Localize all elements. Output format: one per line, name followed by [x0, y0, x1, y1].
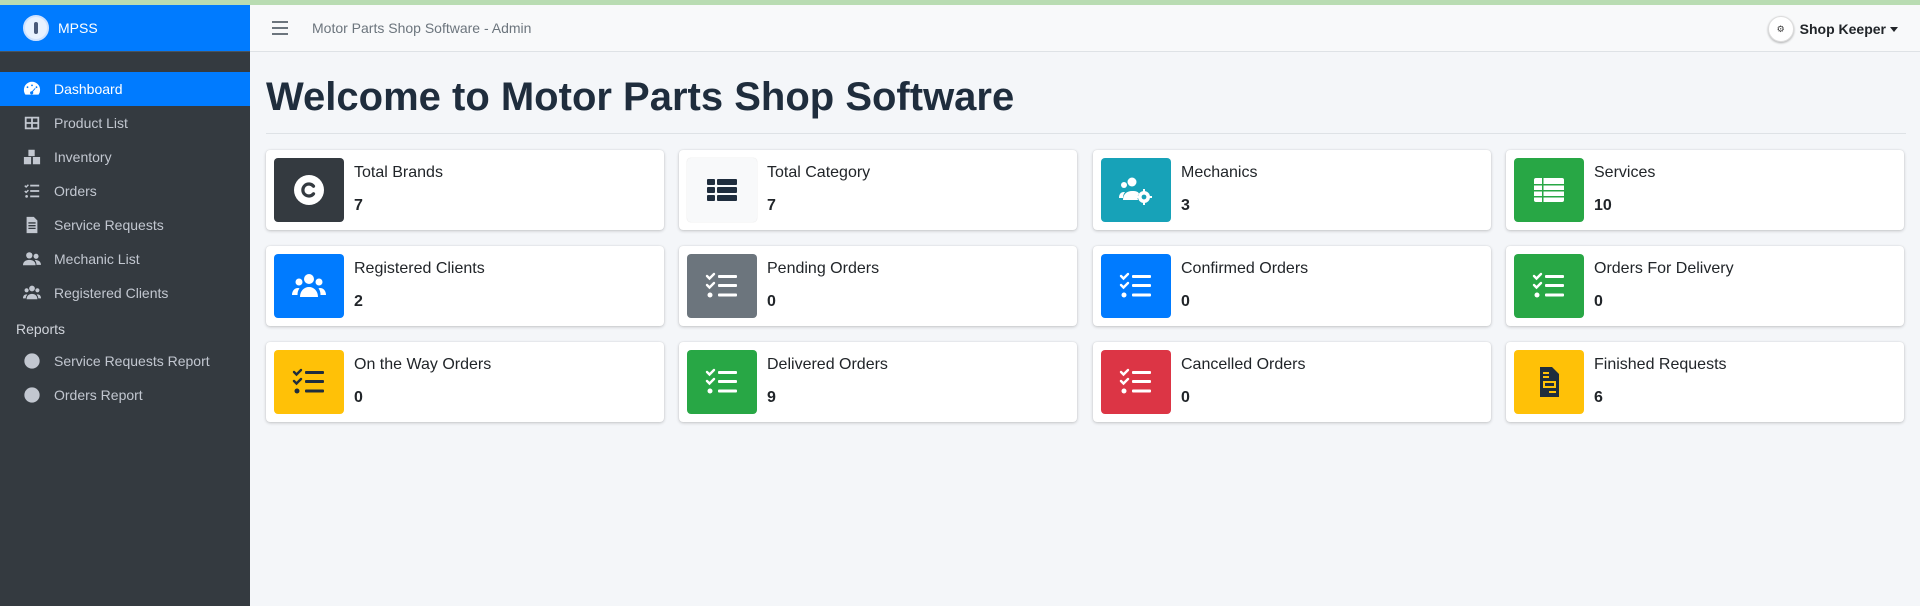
sidebar-item-label: Orders [54, 183, 97, 199]
sidebar-item-label: Inventory [54, 149, 112, 165]
main-content: Welcome to Motor Parts Shop Software Tot… [266, 52, 1906, 422]
info-box-label: Services [1594, 164, 1656, 181]
tasks-icon [22, 182, 42, 200]
circle-icon [22, 386, 42, 404]
info-box-orders-for-delivery: Orders For Delivery 0 [1506, 246, 1904, 326]
main-sidebar: MPSS Dashboard Product List Inventory Or… [0, 5, 250, 606]
info-box-delivered-orders: Delivered Orders 9 [679, 342, 1077, 422]
tasks-icon [687, 254, 757, 318]
sidebar-item-orders-report[interactable]: Orders Report [0, 378, 250, 412]
info-box-value: 0 [354, 389, 363, 406]
info-box-total-category: Total Category 7 [679, 150, 1077, 230]
tasks-icon [687, 350, 757, 414]
info-box-label: Registered Clients [354, 260, 485, 277]
info-box-label: Pending Orders [767, 260, 880, 277]
copyright-icon [274, 158, 344, 222]
sidebar-item-registered-clients[interactable]: Registered Clients [0, 276, 250, 310]
info-box-label: Mechanics [1181, 164, 1258, 181]
info-box-confirmed-orders: Confirmed Orders 0 [1093, 246, 1491, 326]
brand-link[interactable]: MPSS [0, 5, 250, 52]
info-box-label: Cancelled Orders [1181, 356, 1306, 373]
tasks-icon [1101, 254, 1171, 318]
info-box-value: 2 [354, 293, 363, 310]
tachometer-icon [22, 80, 42, 98]
info-box-mechanics: Mechanics 3 [1093, 150, 1491, 230]
info-box-value: 10 [1594, 197, 1612, 214]
th-list-icon [687, 158, 757, 222]
top-navbar: Motor Parts Shop Software - Admin ⚙ Shop… [250, 5, 1920, 52]
sidebar-item-label: Product List [54, 115, 128, 131]
sidebar-item-inventory[interactable]: Inventory [0, 140, 250, 174]
user-menu[interactable]: ⚙ Shop Keeper [1767, 16, 1898, 42]
info-box-label: Confirmed Orders [1181, 260, 1309, 277]
brand-name: MPSS [58, 20, 98, 36]
info-box-label: Total Brands [354, 164, 443, 181]
info-box-label: Delivered Orders [767, 356, 888, 373]
info-box-label: On the Way Orders [354, 356, 492, 373]
sidebar-item-service-requests-report[interactable]: Service Requests Report [0, 344, 250, 378]
user-name: Shop Keeper [1799, 21, 1886, 37]
sidebar-item-label: Registered Clients [54, 285, 169, 301]
sidebar-item-label: Service Requests [54, 217, 164, 233]
info-box-label: Total Category [767, 164, 871, 181]
info-box-value: 6 [1594, 389, 1603, 406]
table-icon [22, 114, 42, 132]
info-box-value: 9 [767, 389, 776, 406]
info-box-total-brands: Total Brands 7 [266, 150, 664, 230]
info-box-value: 0 [1181, 293, 1190, 310]
info-box-label: Orders For Delivery [1594, 260, 1734, 277]
circle-icon [22, 352, 42, 370]
info-box-value: 7 [767, 197, 776, 214]
tasks-icon [1514, 254, 1584, 318]
sidebar-item-label: Orders Report [54, 387, 143, 403]
info-box-services: Services 10 [1506, 150, 1904, 230]
info-box-finished-requests: Finished Requests 6 [1506, 342, 1904, 422]
info-box-value: 0 [1181, 389, 1190, 406]
sidebar-item-label: Mechanic List [54, 251, 140, 267]
info-box-value: 0 [1594, 293, 1603, 310]
avatar: ⚙ [1767, 16, 1794, 42]
sidebar-item-orders[interactable]: Orders [0, 174, 250, 208]
brand-logo [23, 15, 49, 41]
info-box-label: Finished Requests [1594, 356, 1727, 373]
sidebar-item-product-list[interactable]: Product List [0, 106, 250, 140]
tasks-icon [274, 350, 344, 414]
th-list-icon [1514, 158, 1584, 222]
sidebar-item-service-requests[interactable]: Service Requests [0, 208, 250, 242]
sidebar-item-dashboard[interactable]: Dashboard [0, 72, 250, 106]
boxes-icon [22, 148, 42, 166]
file-icon [22, 216, 42, 234]
tasks-icon [1101, 350, 1171, 414]
sidebar-item-mechanic-list[interactable]: Mechanic List [0, 242, 250, 276]
users-icon [22, 250, 42, 268]
menu-toggle-icon[interactable] [272, 21, 288, 35]
navbar-title: Motor Parts Shop Software - Admin [312, 20, 532, 36]
info-box-value: 7 [354, 197, 363, 214]
sidebar-item-label: Dashboard [54, 81, 123, 97]
info-box-value: 0 [767, 293, 776, 310]
users-icon [22, 284, 42, 302]
sidebar-item-label: Service Requests Report [54, 353, 210, 369]
page-title: Welcome to Motor Parts Shop Software [266, 75, 1015, 119]
info-box-registered-clients: Registered Clients 2 [266, 246, 664, 326]
divider [266, 133, 1906, 134]
info-box-on-the-way-orders: On the Way Orders 0 [266, 342, 664, 422]
users-cog-icon [1101, 158, 1171, 222]
info-box-value: 3 [1181, 197, 1190, 214]
file-invoice-icon [1514, 350, 1584, 414]
info-box-pending-orders: Pending Orders 0 [679, 246, 1077, 326]
users-icon [274, 254, 344, 318]
info-box-cancelled-orders: Cancelled Orders 0 [1093, 342, 1491, 422]
caret-down-icon [1890, 26, 1898, 32]
reports-header: Reports [16, 321, 66, 337]
sidebar-nav: Dashboard Product List Inventory Orders … [0, 52, 250, 412]
